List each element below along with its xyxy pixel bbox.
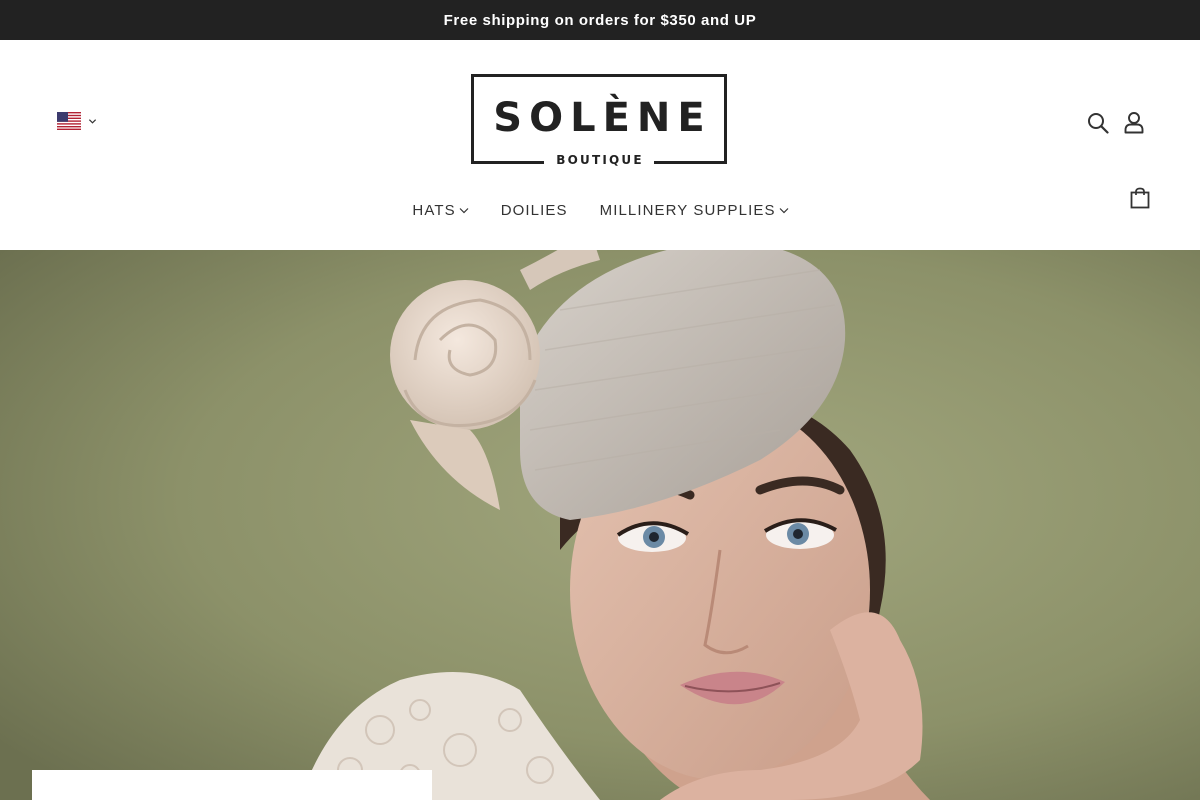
currency-selector[interactable]	[57, 112, 97, 130]
logo-subtitle: BOUTIQUE	[544, 153, 654, 167]
announcement-text: Free shipping on orders for $350 and UP	[443, 11, 757, 29]
announcement-bar: Free shipping on orders for $350 and UP	[0, 0, 1200, 40]
nav-item-hats[interactable]: HATS	[412, 198, 469, 222]
chevron-down-icon	[88, 118, 97, 124]
nav-item-millinery-supplies[interactable]: MILLINERY SUPPLIES	[600, 198, 789, 222]
nav-item-doilies[interactable]: DOILIES	[501, 198, 568, 222]
chevron-down-icon	[459, 207, 469, 213]
brand-logo[interactable]: SOLÈNE BOUTIQUE	[471, 74, 729, 168]
logo-wordmark: SOLÈNE	[493, 95, 712, 141]
hero-image	[0, 250, 1200, 800]
nav-item-label: MILLINERY SUPPLIES	[599, 201, 776, 219]
hero-content-card	[32, 770, 432, 800]
site-header: SOLÈNE BOUTIQUE HATS DOILIES MILLINERY S…	[0, 40, 1200, 250]
search-icon[interactable]	[1087, 112, 1109, 134]
chevron-down-icon	[779, 207, 789, 213]
nav-item-label: HATS	[412, 201, 456, 219]
us-flag-icon	[57, 112, 81, 130]
account-icon[interactable]	[1123, 111, 1145, 134]
hero-banner[interactable]	[0, 250, 1200, 800]
nav-item-label: DOILIES	[500, 201, 568, 219]
main-navigation: HATS DOILIES MILLINERY SUPPLIES	[0, 198, 1200, 222]
